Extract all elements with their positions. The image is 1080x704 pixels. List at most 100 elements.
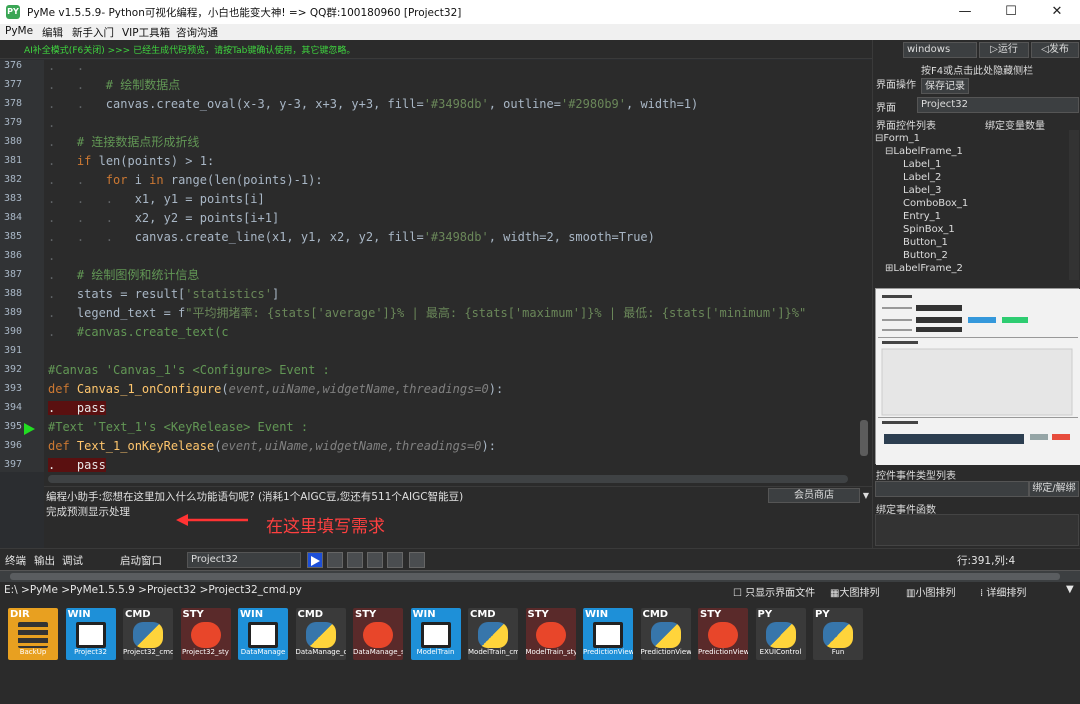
file-name: PredictionView	[583, 648, 633, 656]
project-select[interactable]: Project32	[187, 552, 301, 568]
tree-item[interactable]: Button_2	[903, 250, 948, 261]
maximize-button[interactable]: ☐	[988, 0, 1034, 24]
file-tile[interactable]: WIN PredictionView	[583, 608, 633, 660]
file-tile[interactable]: DIR BackUp	[8, 608, 58, 660]
publish-button[interactable]: ◁发布	[1031, 42, 1079, 58]
code-token: . pass	[48, 401, 106, 415]
file-tile[interactable]: STY ModelTrain_sty	[525, 608, 576, 660]
code-token: canvas.create_oval(x-3, y-3, x+3, y+3, f…	[105, 97, 424, 111]
tree-item[interactable]: ⊟LabelFrame_1	[885, 146, 963, 157]
align-icon[interactable]	[367, 552, 383, 568]
code-line[interactable]: #Canvas 'Canvas_1's <Configure> Event :	[48, 361, 330, 380]
tab-terminal[interactable]: 终端	[5, 553, 26, 568]
code-token: Canvas_1_onConfigure	[76, 382, 222, 396]
tab-debug[interactable]: 调试	[62, 553, 83, 568]
requirement-input-area[interactable]: 完成预测显示处理	[44, 504, 872, 548]
tree-item[interactable]: ComboBox_1	[903, 198, 968, 209]
tree-item[interactable]: SpinBox_1	[903, 224, 955, 235]
run-button[interactable]: ▷运行	[979, 42, 1029, 58]
file-tile[interactable]: CMD PredictionView_cmd	[640, 608, 691, 660]
tree-item[interactable]: Label_3	[903, 185, 941, 196]
tree-item[interactable]: Label_1	[903, 159, 941, 170]
tab-save-record[interactable]: 保存记录	[921, 78, 969, 94]
code-line[interactable]: . stats = result['statistics']	[48, 285, 279, 304]
code-line[interactable]: def Text_1_onKeyRelease(event,uiName,wid…	[48, 437, 496, 456]
line-number: 382	[4, 174, 23, 185]
file-tile[interactable]: STY DataManage_sty	[353, 608, 403, 660]
panel-splitter[interactable]	[0, 570, 1080, 582]
hide-sidebar-hint[interactable]: 按F4或点击此处隐藏侧栏	[921, 62, 1033, 77]
member-shop-button[interactable]: 会员商店	[768, 488, 860, 503]
code-line[interactable]: . # 绘制图例和统计信息	[48, 266, 199, 285]
file-tile[interactable]: CMD ModelTrain_cmd	[468, 608, 518, 660]
bind-unbind-button[interactable]: 绑定/解绑	[1029, 481, 1079, 497]
file-tile[interactable]: WIN DataManage	[238, 608, 288, 660]
tree-item[interactable]: ⊞LabelFrame_2	[885, 263, 963, 274]
tab-output[interactable]: 输出	[34, 553, 55, 568]
menu-vip-toolbox[interactable]: VIP工具箱	[122, 25, 170, 40]
code-line[interactable]: . . # 绘制数据点	[48, 76, 180, 95]
code-line[interactable]: #Text 'Text_1's <KeyRelease> Event :	[48, 418, 308, 437]
small-icon-view-button[interactable]: ▥小图排列	[906, 584, 955, 599]
editor-horizontal-scrollbar[interactable]	[44, 472, 872, 486]
play-icon[interactable]	[307, 552, 323, 568]
large-icon-view-button[interactable]: ▦大图排列	[830, 584, 879, 599]
only-ui-files-checkbox[interactable]: ☐ 只显示界面文件	[733, 584, 815, 599]
minimize-button[interactable]: —	[942, 0, 988, 24]
event-type-select[interactable]	[875, 481, 1029, 497]
menu-edit[interactable]: 编辑	[42, 25, 63, 40]
code-line[interactable]: . . . canvas.create_line(x1, y1, x2, y2,…	[48, 228, 655, 247]
code-token: '#2980b9'	[560, 97, 626, 111]
code-line[interactable]: . pass	[48, 399, 106, 418]
code-line[interactable]: . .	[48, 57, 106, 76]
file-tile[interactable]: STY Project32_sty	[180, 608, 231, 660]
code-line[interactable]: .	[48, 114, 77, 133]
menu-beginner[interactable]: 新手入门	[72, 25, 114, 40]
python-logo-icon	[478, 622, 508, 648]
file-tile[interactable]: PY EXUIControl	[755, 608, 806, 660]
menu-consult[interactable]: 咨询沟通	[176, 25, 218, 40]
assistant-dropdown-icon[interactable]: ▼	[860, 488, 872, 503]
project-file-browser: DIR BackUp WIN Project32 CMD Project32_cmd STY…	[0, 600, 1080, 704]
control-tree-scrollbar[interactable]	[1069, 130, 1079, 280]
control-tree[interactable]: ⊟Form_1 ⊟LabelFrame_1 Label_1 Label_2 Label_…	[873, 130, 1069, 280]
line-number: 383	[4, 193, 23, 204]
code-line[interactable]: def Canvas_1_onConfigure(event,uiName,wi…	[48, 380, 503, 399]
code-line[interactable]: . if len(points) > 1:	[48, 152, 214, 171]
path-dropdown-icon[interactable]: ▼	[1066, 584, 1074, 595]
tree-item[interactable]: Label_2	[903, 172, 941, 183]
detail-view-button[interactable]: ⁞ 详细排列	[980, 584, 1026, 599]
code-line[interactable]: . # 连接数据点形成折线	[48, 133, 199, 152]
code-line[interactable]: . . for i in range(len(points)-1):	[48, 171, 323, 190]
file-tile[interactable]: STY PredictionView_sty	[698, 608, 748, 660]
undo-icon[interactable]	[387, 552, 403, 568]
code-line[interactable]: . . . x1, y1 = points[i]	[48, 190, 265, 209]
file-tile[interactable]: CMD DataManage_cmd	[295, 608, 346, 660]
code-line[interactable]: . #canvas.create_text(c	[48, 323, 229, 342]
bind-event-function-list[interactable]	[875, 514, 1079, 546]
file-tile[interactable]: CMD Project32_cmd	[123, 608, 173, 660]
file-tile[interactable]: WIN ModelTrain	[410, 608, 461, 660]
code-editor[interactable]: 376 377 378 379 380 381 382 383 384 385 386 387 388 3…	[0, 57, 872, 472]
ui-select[interactable]: Project32	[917, 97, 1079, 113]
indent-icon[interactable]	[327, 552, 343, 568]
tree-item[interactable]: ⊟Form_1	[875, 133, 920, 144]
menu-pyme[interactable]: PyMe	[5, 25, 33, 37]
outdent-icon[interactable]	[347, 552, 363, 568]
tab-ui-operation[interactable]: 界面操作	[873, 78, 919, 94]
tab-startup-window[interactable]: 启动窗口	[120, 553, 162, 568]
close-button[interactable]: ✕	[1034, 0, 1080, 24]
os-select[interactable]: windows	[903, 42, 977, 58]
stop-icon[interactable]	[409, 552, 425, 568]
tree-item[interactable]: Button_1	[903, 237, 948, 248]
code-line[interactable]: . legend_text = f"平均拥堵率: {stats['average…	[48, 304, 806, 323]
code-line[interactable]: . . . x2, y2 = points[i+1]	[48, 209, 279, 228]
file-tile[interactable]: PY Fun	[813, 608, 863, 660]
code-token: . pass	[48, 458, 106, 472]
indent-guide: .	[48, 135, 77, 149]
tree-item[interactable]: Entry_1	[903, 211, 941, 222]
editor-vertical-scrollbar[interactable]	[858, 60, 870, 472]
code-line[interactable]: .	[48, 247, 77, 266]
code-line[interactable]: . . canvas.create_oval(x-3, y-3, x+3, y+…	[48, 95, 698, 114]
file-tile[interactable]: WIN Project32	[65, 608, 116, 660]
